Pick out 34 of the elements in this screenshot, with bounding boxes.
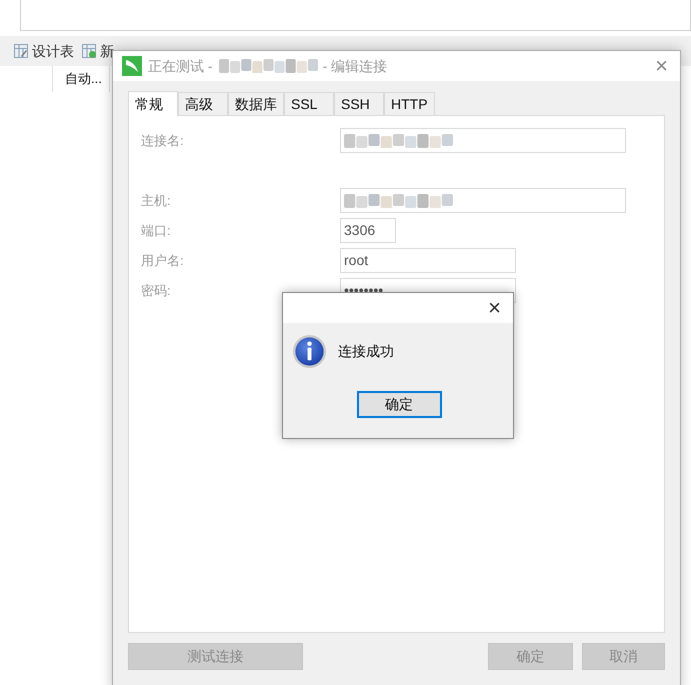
field-label: 连接名: xyxy=(141,132,185,150)
input-field[interactable]: root xyxy=(340,248,516,273)
input-field[interactable] xyxy=(340,188,626,213)
field-label: 用户名: xyxy=(141,252,185,270)
tab[interactable]: 常规 xyxy=(128,91,178,116)
table-add-icon xyxy=(82,44,96,58)
field-label: 端口: xyxy=(141,222,172,240)
tab[interactable]: HTTP xyxy=(384,92,435,115)
blurred-value-icon xyxy=(344,134,454,148)
message-text: 连接成功 xyxy=(338,342,394,361)
dolphin-logo-icon xyxy=(122,56,142,76)
blurred-value-icon xyxy=(344,194,454,208)
window-title: - 编辑连接 xyxy=(322,56,388,76)
ok-button[interactable]: 确定 xyxy=(356,391,442,418)
search-field[interactable] xyxy=(20,0,691,31)
window-title: 正在测试 - xyxy=(148,56,213,76)
toolbar-item[interactable]: 设计表 xyxy=(32,40,74,62)
field-value: 3306 xyxy=(344,221,376,240)
close-button[interactable]: × xyxy=(655,55,668,77)
field-label: 主机: xyxy=(141,192,172,210)
tab[interactable]: 高级 xyxy=(178,92,228,115)
input-field[interactable] xyxy=(340,128,626,153)
tab[interactable]: SSL xyxy=(284,92,334,115)
field-label: 密码: xyxy=(141,282,172,300)
tab[interactable]: SSH xyxy=(334,92,384,115)
blurred-value-icon xyxy=(218,59,319,73)
input-field[interactable]: 3306 xyxy=(340,218,396,243)
field-value: root xyxy=(344,251,368,270)
info-icon xyxy=(292,334,327,369)
table-edit-icon xyxy=(14,44,28,58)
field-value: •••••••• xyxy=(344,281,384,300)
column-header[interactable]: 自动... xyxy=(52,66,110,92)
toolbar-item[interactable]: 新 xyxy=(100,40,114,62)
tab[interactable]: 数据库 xyxy=(228,92,284,115)
